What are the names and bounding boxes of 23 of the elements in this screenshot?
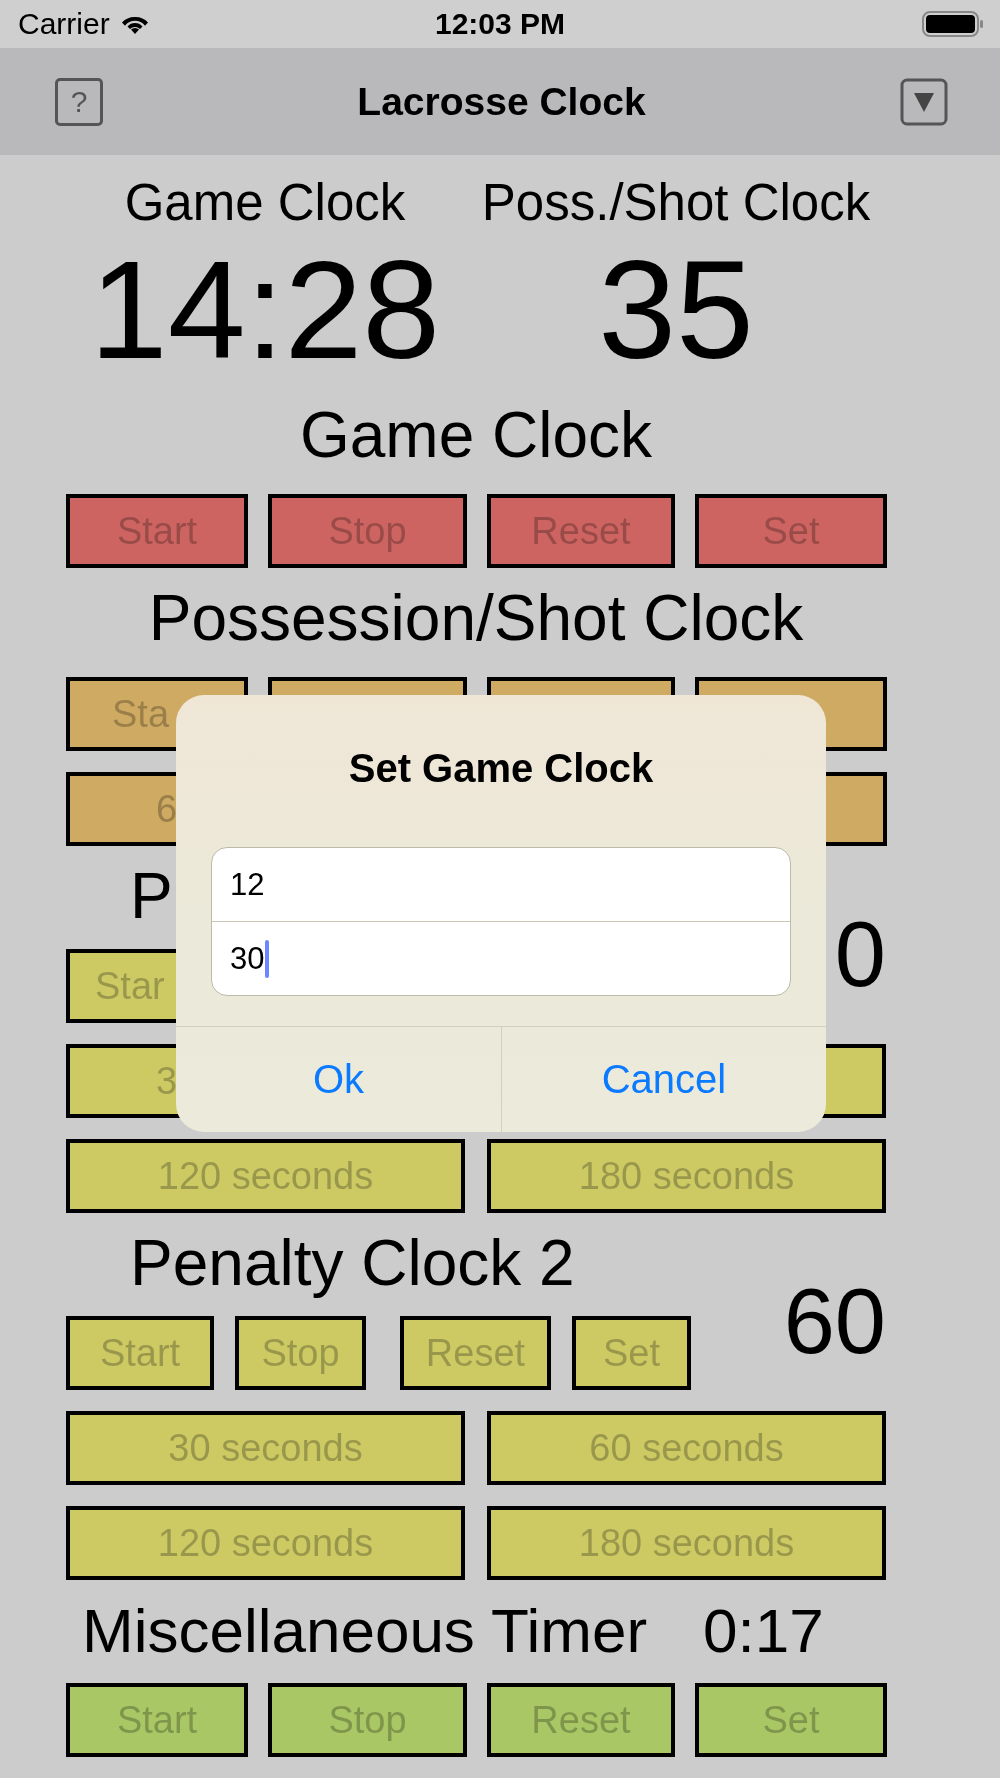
input-field[interactable]: 12 (212, 848, 790, 921)
nav-title: Lacrosse Clock (357, 79, 646, 124)
input-field[interactable]: 30 (212, 921, 790, 995)
section-title: Game Clock (298, 403, 654, 468)
penalty-readout: 0 (834, 907, 886, 1000)
timer-readout: 0:17 (703, 1598, 824, 1663)
help-button[interactable]: ? (55, 77, 103, 126)
section-title: Possession/Shot Clock (147, 586, 805, 651)
dialog-button[interactable]: Cancel (501, 1027, 826, 1132)
section-title: Miscellaneous Timer (82, 1598, 648, 1663)
status-time: 12:03 PM (434, 7, 566, 41)
penalty-readout: 60 (783, 1274, 886, 1367)
clock-readout: 35 (598, 235, 754, 385)
clock-readout: 14:28 (89, 235, 441, 385)
dialog-title: Set Game Clock (347, 747, 655, 789)
clock-label: Poss./Shot Clock (481, 173, 871, 233)
dialog-button[interactable]: Ok (176, 1027, 501, 1132)
section-title: P (130, 864, 173, 929)
section-title: Penalty Clock 2 (130, 1231, 575, 1296)
battery-icon (922, 11, 984, 37)
dropdown-icon[interactable] (900, 77, 948, 126)
carrier-label: Carrier (18, 7, 110, 41)
clock-label: Game Clock (124, 173, 406, 233)
